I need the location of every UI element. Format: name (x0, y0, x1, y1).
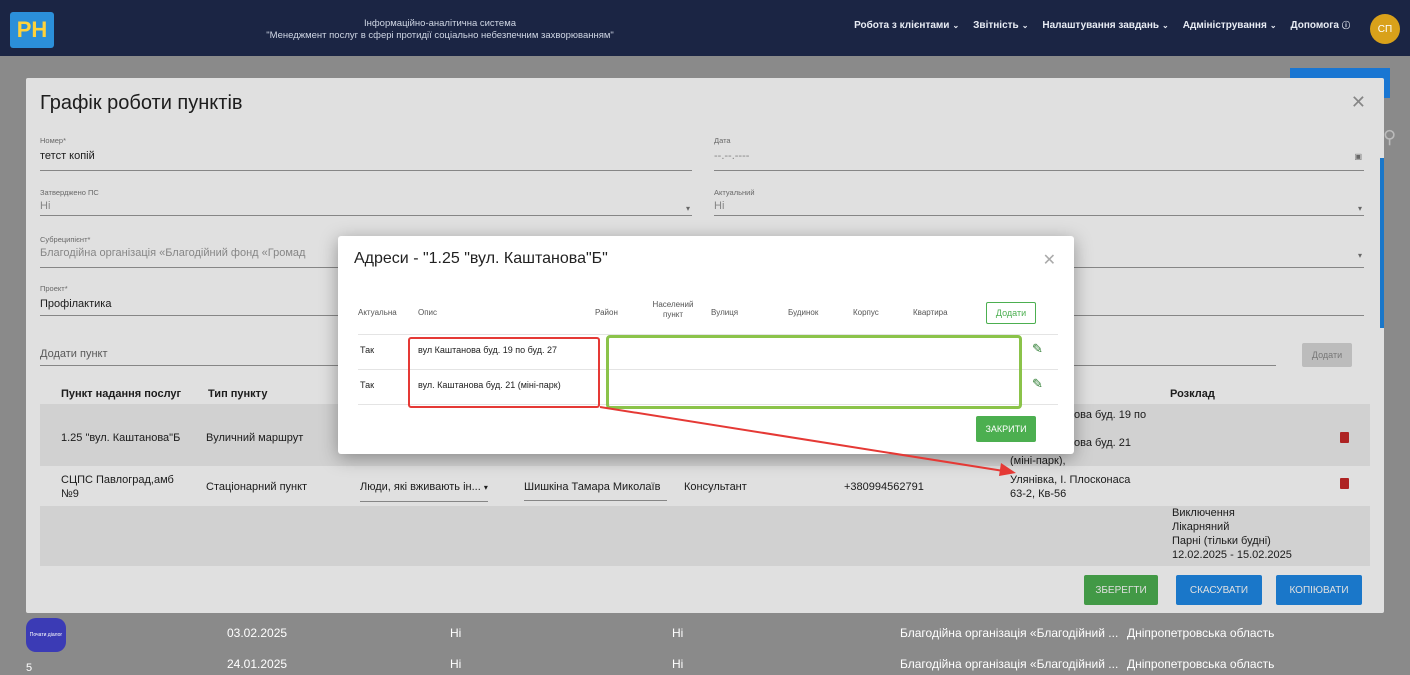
dialog-title: Адреси - "1.25 "вул. Каштанова"Б" (354, 250, 608, 267)
chevron-down-icon: ⌄ (1162, 21, 1169, 30)
user-avatar[interactable]: СП (1370, 14, 1400, 44)
nav-administration[interactable]: Адміністрування ⌄ (1183, 20, 1277, 31)
col-header-description: Опис (418, 308, 438, 317)
annotation-green-box (606, 335, 1022, 409)
help-icon: ⓘ (1342, 21, 1350, 30)
system-title: Інформаційно-аналітична система "Менеджм… (230, 18, 650, 42)
col-header-apartment: Квартира (913, 308, 948, 317)
search-icon[interactable]: ⚲ (1383, 127, 1396, 148)
edit-icon[interactable]: ✎ (1032, 376, 1043, 392)
chat-button[interactable]: Почати діалог (26, 618, 66, 652)
system-title-line1: Інформаційно-аналітична система (363, 18, 517, 29)
page-number[interactable]: 5 (26, 662, 32, 674)
address-actual: Так (360, 380, 375, 390)
col-header-building: Будинок (788, 308, 819, 317)
col-header-street: Вулиця (711, 308, 739, 317)
col-header-actual: Актуальна (358, 308, 397, 317)
top-bar: PH Інформаційно-аналітична система "Мене… (0, 0, 1410, 56)
col-header-locality: Населений пункт (652, 300, 694, 319)
edit-icon[interactable]: ✎ (1032, 341, 1043, 357)
nav-task-settings[interactable]: Налаштування завдань ⌄ (1042, 20, 1168, 31)
add-address-button[interactable]: Додати (986, 302, 1036, 324)
chevron-down-icon: ⌄ (1021, 21, 1029, 30)
nav-help[interactable]: Допомога ⓘ (1291, 20, 1350, 31)
close-icon[interactable]: ✕ (1043, 250, 1056, 270)
main-nav: Робота з клієнтами ⌄ Звітність ⌄ Налаштува… (854, 20, 1350, 31)
close-dialog-button[interactable]: ЗАКРИТИ (976, 416, 1036, 442)
app-logo[interactable]: PH (6, 10, 58, 50)
col-header-block: Корпус (853, 308, 879, 317)
annotation-red-box (408, 337, 600, 408)
logo-mark: PH (10, 12, 54, 48)
chevron-down-icon: ⌄ (952, 21, 960, 30)
system-title-line2: "Менеджмент послуг в сфері протидії соці… (266, 30, 614, 41)
col-header-district: Район (595, 308, 618, 317)
nav-reports[interactable]: Звітність ⌄ (973, 20, 1028, 31)
chevron-down-icon: ⌄ (1269, 21, 1277, 30)
address-actual: Так (360, 345, 375, 355)
nav-clients[interactable]: Робота з клієнтами ⌄ (854, 20, 959, 31)
